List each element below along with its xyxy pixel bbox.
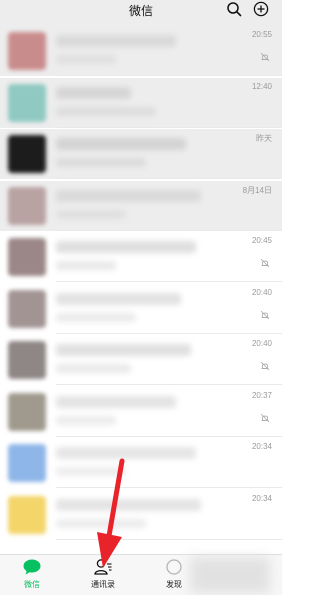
chat-time: 20:40 <box>251 339 272 348</box>
search-icon[interactable] <box>226 1 242 17</box>
blurred-chat-preview <box>56 158 146 167</box>
avatar <box>8 135 46 173</box>
avatar <box>8 186 46 225</box>
chat-time: 20:55 <box>251 30 272 39</box>
mute-bell-icon <box>260 258 270 268</box>
row-divider <box>56 487 282 488</box>
blurred-chat-name <box>56 241 196 253</box>
mute-bell-icon <box>260 413 270 422</box>
blurred-chat-preview <box>56 209 126 219</box>
avatar <box>8 289 46 328</box>
mute-bell-icon <box>260 361 270 371</box>
chat-time: 20:45 <box>251 236 272 245</box>
avatar <box>8 238 46 276</box>
tab-wechat-label: 微信 <box>24 580 40 589</box>
blurred-chat-name <box>56 138 186 150</box>
chat-row[interactable]: 20:34 <box>0 490 282 540</box>
blurred-chat-name <box>56 447 196 459</box>
chat-row[interactable]: 20:34 <box>0 438 282 488</box>
app-header: 微信 <box>0 0 282 26</box>
chat-time: 8月14日 <box>242 185 272 195</box>
chat-time: 20:34 <box>251 493 272 503</box>
avatar <box>8 444 46 482</box>
blurred-chat-preview <box>56 415 116 425</box>
blurred-chat-name <box>56 292 181 305</box>
contacts-icon <box>94 559 112 575</box>
tab-contacts[interactable]: 通讯录 <box>73 555 133 595</box>
chat-time: 20:34 <box>251 442 272 451</box>
chat-time: 20:37 <box>251 390 272 400</box>
chat-list: 20:55 12:40 昨天 8月14日 20:45 20:40 20:40 20:37 20:… <box>0 26 282 554</box>
avatar <box>8 495 46 534</box>
tab-wechat[interactable]: 微信 <box>2 555 62 595</box>
avatar <box>8 341 46 379</box>
chat-time: 12:40 <box>251 81 272 91</box>
blurred-chat-name <box>56 35 176 47</box>
chat-row[interactable]: 20:55 <box>0 26 282 76</box>
blurred-chat-preview <box>56 518 146 528</box>
chat-time: 20:40 <box>251 287 272 297</box>
row-divider <box>56 126 282 128</box>
blurred-region <box>190 557 270 593</box>
avatar <box>8 32 46 70</box>
bottom-tab-bar: 微信 通讯录 发现 <box>0 554 282 595</box>
avatar <box>8 83 46 122</box>
row-divider <box>56 384 282 385</box>
row-divider <box>56 538 282 540</box>
row-divider <box>56 435 282 437</box>
chat-row[interactable]: 20:40 <box>0 284 282 334</box>
blurred-chat-preview <box>56 261 116 270</box>
mute-bell-icon <box>260 310 270 319</box>
chat-row[interactable]: 20:37 <box>0 387 282 437</box>
chat-row[interactable]: 昨天 <box>0 129 282 179</box>
add-icon[interactable] <box>253 1 269 17</box>
tab-contacts-label: 通讯录 <box>91 580 115 589</box>
chat-bubble-icon <box>23 559 41 575</box>
blurred-chat-name <box>56 86 131 99</box>
blurred-chat-name <box>56 189 201 202</box>
row-divider <box>56 178 282 179</box>
blurred-chat-preview <box>56 364 131 373</box>
blurred-chat-name <box>56 395 176 408</box>
blurred-chat-preview <box>56 106 156 116</box>
row-divider <box>56 281 282 282</box>
row-divider <box>56 229 282 231</box>
chat-row[interactable]: 8月14日 <box>0 180 282 231</box>
chat-row[interactable]: 12:40 <box>0 77 282 128</box>
compass-icon <box>166 559 182 575</box>
row-divider <box>56 332 282 334</box>
blurred-chat-name <box>56 498 201 511</box>
blurred-chat-preview <box>56 55 116 64</box>
blurred-chat-preview <box>56 467 126 476</box>
mute-bell-icon <box>260 52 270 62</box>
chat-time: 昨天 <box>256 134 272 143</box>
avatar <box>8 392 46 431</box>
row-divider <box>56 75 282 76</box>
chat-row[interactable]: 20:45 <box>0 232 282 282</box>
blurred-chat-preview <box>56 312 136 322</box>
blurred-chat-name <box>56 344 191 356</box>
chat-row[interactable]: 20:40 <box>0 335 282 385</box>
